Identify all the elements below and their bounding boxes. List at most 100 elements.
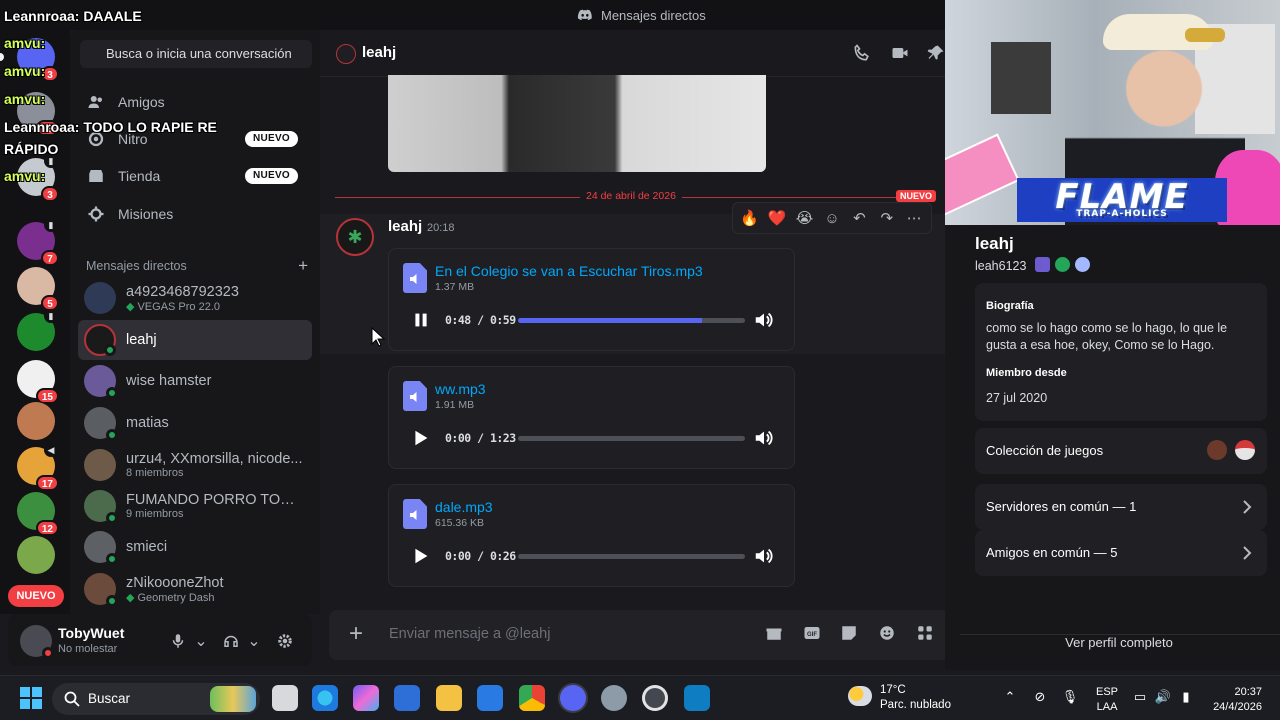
server-icon-10[interactable]	[17, 536, 55, 574]
volume-icon[interactable]	[753, 427, 775, 449]
audio-progress-track[interactable]	[518, 554, 745, 559]
dm-item[interactable]: a4923468792323 ◆ VEGAS Pro 22.0	[78, 278, 312, 318]
settings-taskbar-icon[interactable]	[601, 685, 627, 711]
dm-item[interactable]: matias	[78, 403, 312, 443]
image-attachment[interactable]	[388, 75, 766, 172]
dm-item[interactable]: wise hamster	[78, 361, 312, 401]
capcut-icon[interactable]	[684, 685, 710, 711]
input-language[interactable]: ESP LAA	[1096, 685, 1118, 715]
chevron-down-icon[interactable]: ⌄	[243, 630, 265, 652]
online-status-icon	[106, 387, 118, 399]
gift-icon[interactable]	[765, 624, 785, 644]
apps-icon[interactable]	[916, 624, 936, 644]
play-icon[interactable]	[411, 428, 431, 448]
message-timestamp: 20:18	[427, 222, 455, 234]
pause-icon[interactable]	[411, 310, 431, 330]
server-icon-5[interactable]: ▮	[17, 309, 58, 351]
outlook-icon[interactable]	[394, 685, 420, 711]
recipient-name[interactable]: leahj	[362, 44, 396, 61]
crying-reaction-icon[interactable]: 😭	[792, 205, 817, 231]
dm-name: FUMANDO PORRO TOMA...	[126, 492, 306, 508]
nav-quests[interactable]: Misiones	[78, 196, 312, 232]
microphone-tray-icon[interactable]: 🎙	[1061, 688, 1079, 706]
server-icon-7[interactable]	[17, 402, 55, 440]
volume-icon[interactable]	[753, 545, 775, 567]
windows-start-icon[interactable]	[20, 687, 42, 709]
taskbar-clock[interactable]: 20:37 24/4/2026	[1208, 685, 1262, 715]
quest-badge-icon[interactable]	[1075, 257, 1090, 272]
dm-item-group[interactable]: urzu4, XXmorsilla, nicode... 8 miembros	[78, 445, 312, 485]
voice-call-icon[interactable]	[852, 43, 874, 65]
dm-sidebar: Busca o inicia una conversación Amigos N…	[70, 30, 320, 614]
add-reaction-icon[interactable]: ☺	[819, 205, 844, 231]
hypesquad-badge-icon[interactable]	[1055, 257, 1070, 272]
rail-new-pill[interactable]: NUEVO	[8, 585, 64, 607]
nitro-badge-icon[interactable]	[1035, 257, 1050, 272]
headphones-icon[interactable]	[220, 630, 242, 652]
fire-reaction-icon[interactable]: 🔥	[737, 205, 762, 231]
message-author[interactable]: leahj	[388, 218, 422, 235]
gif-icon[interactable]: GIF	[803, 624, 823, 644]
sticker-icon[interactable]	[840, 624, 860, 644]
message-input[interactable]: Enviar mensaje a @leahj	[389, 626, 550, 642]
microsoft-store-icon[interactable]	[477, 685, 503, 711]
heart-reaction-icon[interactable]: ❤️	[764, 205, 789, 231]
taskbar-search[interactable]: Buscar	[52, 683, 260, 715]
video-call-icon[interactable]	[890, 43, 912, 65]
reply-icon[interactable]: ↶	[847, 205, 872, 231]
play-icon[interactable]	[411, 546, 431, 566]
message-author-avatar[interactable]: ✱	[336, 218, 374, 256]
avatar	[84, 573, 118, 607]
file-explorer-icon[interactable]	[436, 685, 462, 711]
chevron-up-icon[interactable]: ⌃	[1001, 688, 1019, 706]
obs-icon[interactable]	[642, 685, 668, 711]
microphone-icon[interactable]	[167, 630, 189, 652]
display-icon[interactable]: ▭	[1131, 688, 1149, 706]
audio-file-name[interactable]: ww.mp3	[435, 381, 486, 397]
search-icon	[64, 691, 80, 707]
nav-shop[interactable]: Tienda NUEVO	[78, 158, 312, 194]
server-icon-8[interactable]: ◀ 17	[17, 443, 59, 491]
create-dm-plus-icon[interactable]: +	[298, 256, 308, 276]
notifications-off-icon[interactable]: ⊘	[1031, 688, 1049, 706]
chrome-icon[interactable]	[519, 685, 545, 711]
clock-date: 24/4/2026	[1213, 701, 1262, 713]
pin-icon[interactable]	[926, 43, 948, 65]
overlay-chat-line: Leannroaa: TODO LO RAPIE RE	[4, 119, 217, 135]
speaker-tray-icon[interactable]: 🔊	[1154, 688, 1172, 706]
dm-item[interactable]: smieci	[78, 527, 312, 567]
discord-icon	[577, 9, 592, 21]
edge-browser-icon[interactable]	[312, 685, 338, 711]
conversation-search[interactable]: Busca o inicia una conversación	[80, 40, 312, 68]
add-attachment-plus-icon[interactable]: +	[345, 622, 367, 646]
mutual-servers-row[interactable]: Servidores en común — 1	[975, 484, 1267, 530]
discord-taskbar-icon[interactable]	[560, 685, 586, 711]
dm-item-active[interactable]: leahj	[78, 320, 312, 360]
task-view-icon[interactable]	[272, 685, 298, 711]
server-icon-9[interactable]: 12	[17, 492, 59, 536]
audio-file-name[interactable]: En el Colegio se van a Escuchar Tiros.mp…	[435, 263, 703, 279]
view-full-profile-link[interactable]: Ver perfil completo	[945, 635, 1280, 650]
more-options-icon[interactable]: ⋯	[902, 205, 927, 231]
audio-progress-track[interactable]	[518, 318, 745, 323]
volume-icon[interactable]	[753, 309, 775, 331]
dm-item-group[interactable]: FUMANDO PORRO TOMA... 9 miembros	[78, 486, 312, 526]
emoji-icon[interactable]	[878, 624, 898, 644]
server-icon-4[interactable]: 5	[17, 267, 59, 311]
forward-icon[interactable]: ↷	[874, 205, 899, 231]
profile-username: leah6123	[975, 259, 1027, 273]
server-icon-6[interactable]: 15	[17, 360, 59, 404]
message-composer[interactable]: + Enviar mensaje a @leahj GIF	[329, 610, 951, 660]
server-icon-3[interactable]: ▮ 7	[17, 218, 59, 266]
chevron-down-icon[interactable]: ⌄	[190, 630, 212, 652]
game-collection-card[interactable]: Colección de juegos	[975, 428, 1267, 474]
audio-progress-track[interactable]	[518, 436, 745, 441]
copilot-icon[interactable]	[353, 685, 379, 711]
battery-icon[interactable]: ▮	[1177, 688, 1195, 706]
user-avatar[interactable]	[20, 625, 54, 659]
audio-file-name[interactable]: dale.mp3	[435, 499, 493, 515]
mutual-friends-row[interactable]: Amigos en común — 5	[975, 530, 1267, 576]
dm-item[interactable]: zNikoooneZhot ◆ Geometry Dash	[78, 569, 312, 609]
settings-gear-icon[interactable]	[274, 630, 296, 652]
nav-friends[interactable]: Amigos	[78, 84, 312, 120]
